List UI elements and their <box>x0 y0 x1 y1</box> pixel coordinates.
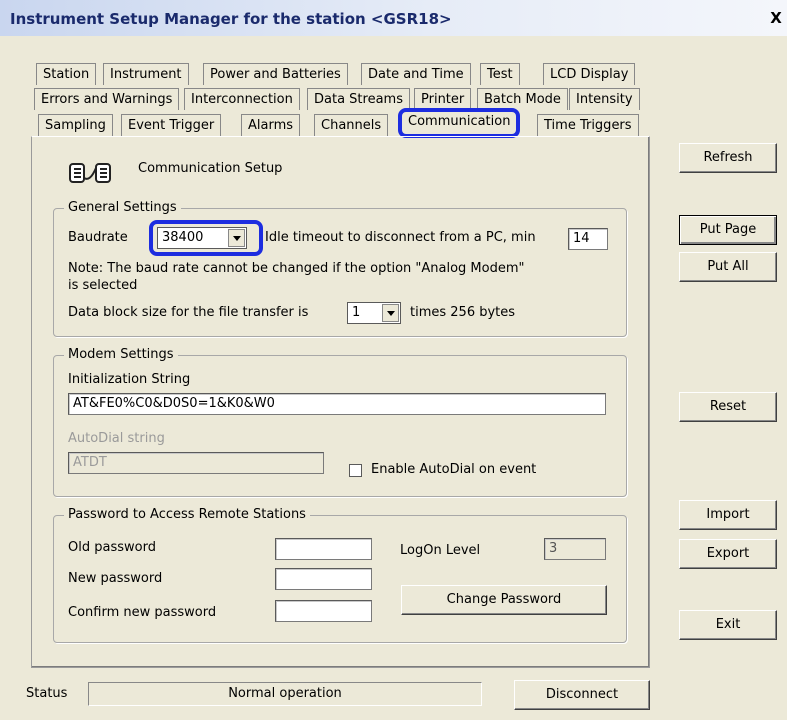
tab-communication[interactable]: Communication <box>398 108 521 138</box>
idle-timeout-label: Idle timeout to disconnect from a PC, mi… <box>265 230 536 245</box>
import-button[interactable]: Import <box>679 500 777 530</box>
page-heading: Communication Setup <box>138 161 283 176</box>
enable-autodial-label: Enable AutoDial on event <box>371 462 537 477</box>
modem-settings-legend: Modem Settings <box>64 347 178 362</box>
instrument-setup-window: Instrument Setup Manager for the station… <box>0 0 787 720</box>
tab-channels[interactable]: Channels <box>314 114 389 136</box>
tab-instrument[interactable]: Instrument <box>103 63 189 85</box>
baud-note-line1: Note: The baud rate cannot be changed if… <box>68 261 525 276</box>
export-button[interactable]: Export <box>679 539 777 569</box>
new-password-input[interactable] <box>275 568 372 590</box>
general-settings-legend: General Settings <box>64 200 181 215</box>
init-string-label: Initialization String <box>68 372 191 387</box>
chevron-down-icon[interactable] <box>382 304 399 322</box>
baudrate-value: 38400 <box>162 230 204 245</box>
window-title: Instrument Setup Manager for the station… <box>10 10 452 28</box>
baudrate-label: Baudrate <box>68 230 128 245</box>
tab-event-trigger[interactable]: Event Trigger <box>121 114 222 136</box>
tab-station[interactable]: Station <box>36 63 97 85</box>
reset-button[interactable]: Reset <box>679 392 777 422</box>
old-password-label: Old password <box>68 540 156 555</box>
confirm-password-input[interactable] <box>275 600 372 622</box>
new-password-label: New password <box>68 571 163 586</box>
tab-printer[interactable]: Printer <box>414 88 472 110</box>
status-value: Normal operation <box>88 682 482 706</box>
autodial-string-label: AutoDial string <box>68 431 165 446</box>
tab-sampling[interactable]: Sampling <box>38 114 113 136</box>
tab-time-triggers[interactable]: Time Triggers <box>537 114 639 136</box>
idle-timeout-input[interactable]: 14 <box>568 228 608 250</box>
tab-data-streams[interactable]: Data Streams <box>307 88 410 110</box>
put-page-button[interactable]: Put Page <box>679 215 777 245</box>
tab-batch-mode[interactable]: Batch Mode <box>477 88 568 110</box>
init-string-input[interactable]: AT&FE0%C0&D0S0=1&K0&W0 <box>68 393 606 415</box>
tab-test[interactable]: Test <box>480 63 520 85</box>
exit-button[interactable]: Exit <box>679 610 777 640</box>
logon-level-value: 3 <box>544 538 606 560</box>
tab-power-and-batteries[interactable]: Power and Batteries <box>203 63 348 85</box>
change-password-button[interactable]: Change Password <box>401 585 607 615</box>
tab-lcd-display[interactable]: LCD Display <box>543 63 636 85</box>
block-size-suffix: times 256 bytes <box>410 305 516 320</box>
title-bar: Instrument Setup Manager for the station… <box>0 0 787 36</box>
tab-alarms[interactable]: Alarms <box>241 114 301 136</box>
old-password-input[interactable] <box>275 538 372 560</box>
block-size-label: Data block size for the file transfer is <box>68 305 309 320</box>
disconnect-button[interactable]: Disconnect <box>514 680 650 710</box>
tab-date-and-time[interactable]: Date and Time <box>361 63 471 85</box>
confirm-password-label: Confirm new password <box>68 605 217 620</box>
tab-interconnection[interactable]: Interconnection <box>184 88 300 110</box>
tab-intensity[interactable]: Intensity <box>569 88 640 110</box>
baud-note-line2: is selected <box>68 278 138 293</box>
refresh-button[interactable]: Refresh <box>679 143 777 173</box>
chevron-down-icon[interactable] <box>228 229 245 247</box>
logon-level-label: LogOn Level <box>400 543 481 558</box>
put-all-button[interactable]: Put All <box>679 252 777 282</box>
password-legend: Password to Access Remote Stations <box>64 507 310 522</box>
block-size-value: 1 <box>352 305 361 320</box>
close-button[interactable]: X <box>768 9 784 27</box>
tab-errors-and-warnings[interactable]: Errors and Warnings <box>34 88 180 110</box>
enable-autodial-checkbox[interactable] <box>349 464 362 477</box>
communication-icon <box>68 160 116 186</box>
autodial-string-input: ATDT <box>68 452 324 474</box>
status-label: Status <box>26 686 68 701</box>
block-size-select[interactable]: 1 <box>347 302 401 324</box>
baudrate-select[interactable]: 38400 <box>157 227 247 249</box>
